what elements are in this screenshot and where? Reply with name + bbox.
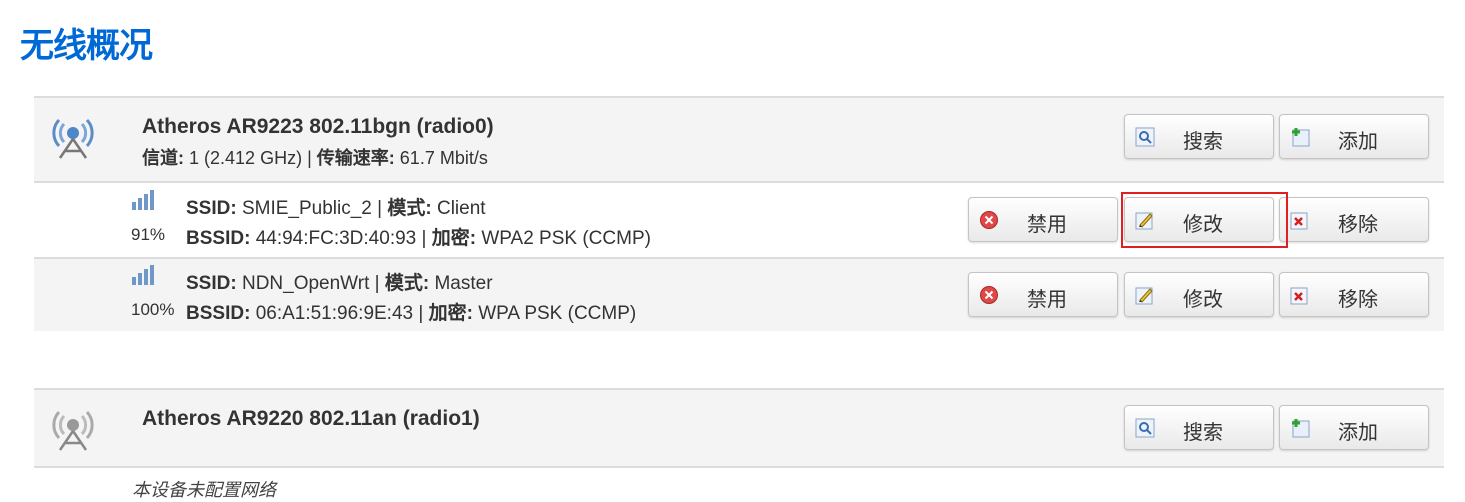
scan-label: 搜索 — [1183, 420, 1223, 444]
disable-label: 禁用 — [1027, 212, 1067, 236]
channel-value: 1 (2.412 GHz) — [189, 148, 303, 168]
network-row-2: 100% SSID: NDN_OpenWrt | 模式: Master BSSI… — [34, 257, 1444, 331]
network-bssid-line: BSSID: 44:94:FC:3D:40:93 | 加密: WPA2 PSK … — [186, 223, 651, 250]
bssid-value: 06:A1:51:96:9E:43 — [255, 303, 414, 324]
channel-label: 信道: — [142, 148, 184, 168]
mode-label: 模式: — [384, 273, 430, 294]
edit-button[interactable]: 修改 — [1124, 197, 1274, 242]
separator: | — [377, 198, 383, 219]
mode-value: Client — [436, 198, 486, 219]
ssid-value: SMIE_Public_2 — [241, 198, 372, 219]
radio0-header: Atheros AR9223 802.11bgn (radio0) 信道: 1 … — [34, 96, 1444, 183]
encryption-label: 加密: — [428, 303, 473, 324]
edit-button[interactable]: 修改 — [1124, 272, 1274, 317]
add-label: 添加 — [1338, 129, 1378, 153]
radio0-name: Atheros AR9223 802.11bgn (radio0) — [142, 115, 494, 138]
encryption-value: WPA PSK (CCMP) — [478, 303, 637, 324]
signal-percent: 91% — [131, 225, 166, 244]
remove-label: 移除 — [1338, 287, 1378, 311]
signal-percent: 100% — [131, 300, 175, 319]
signal-strength-icon — [132, 190, 154, 210]
radio0-info: 信道: 1 (2.412 GHz) | 传输速率: 61.7 Mbit/s — [142, 144, 488, 170]
network-row-1: 91% SSID: SMIE_Public_2 | 模式: Client BSS… — [34, 183, 1444, 257]
network-bssid-line: BSSID: 06:A1:51:96:9E:43 | 加密: WPA PSK (… — [186, 298, 636, 325]
mode-label: 模式: — [387, 198, 432, 219]
mode-value: Master — [434, 273, 493, 294]
radio1-header: Atheros AR9220 802.11an (radio1) 搜索 添加 — [34, 388, 1444, 468]
ssid-value: NDN_OpenWrt — [241, 273, 370, 294]
rate-label: 传输速率: — [316, 148, 395, 168]
ssid-label: SSID: — [186, 198, 237, 219]
bssid-label: BSSID: — [186, 228, 251, 249]
ssid-label: SSID: — [186, 273, 237, 294]
network-ssid-line: SSID: NDN_OpenWrt | 模式: Master — [186, 268, 493, 295]
separator: | — [418, 303, 424, 324]
wifi-radio-icon — [52, 118, 94, 159]
wifi-radio-icon — [52, 410, 94, 451]
radio0-add-button[interactable]: 添加 — [1279, 114, 1429, 159]
disable-button[interactable]: 禁用 — [968, 197, 1118, 242]
radio0-scan-button[interactable]: 搜索 — [1124, 114, 1274, 159]
remove-label: 移除 — [1338, 212, 1378, 236]
separator: | — [307, 148, 312, 168]
network-ssid-line: SSID: SMIE_Public_2 | 模式: Client — [186, 193, 486, 220]
add-label: 添加 — [1338, 420, 1378, 444]
radio1-scan-button[interactable]: 搜索 — [1124, 405, 1274, 450]
bssid-label: BSSID: — [186, 303, 251, 324]
radio1-name: Atheros AR9220 802.11an (radio1) — [142, 407, 480, 430]
no-network-message: 本设备未配置网络 — [132, 480, 276, 500]
separator: | — [374, 273, 380, 294]
scan-label: 搜索 — [1183, 129, 1223, 153]
bssid-value: 44:94:FC:3D:40:93 — [255, 228, 417, 249]
separator: | — [421, 228, 427, 249]
disable-button[interactable]: 禁用 — [968, 272, 1118, 317]
disable-label: 禁用 — [1027, 287, 1067, 311]
rate-value: 61.7 Mbit/s — [399, 148, 488, 168]
page-title: 无线概况 — [20, 26, 153, 66]
radio1-add-button[interactable]: 添加 — [1279, 405, 1429, 450]
encryption-value: WPA2 PSK (CCMP) — [481, 228, 651, 249]
remove-button[interactable]: 移除 — [1279, 272, 1429, 317]
signal-strength-icon — [132, 265, 154, 285]
edit-label: 修改 — [1183, 212, 1223, 236]
edit-label: 修改 — [1183, 287, 1223, 311]
remove-button[interactable]: 移除 — [1279, 197, 1429, 242]
encryption-label: 加密: — [431, 228, 477, 249]
